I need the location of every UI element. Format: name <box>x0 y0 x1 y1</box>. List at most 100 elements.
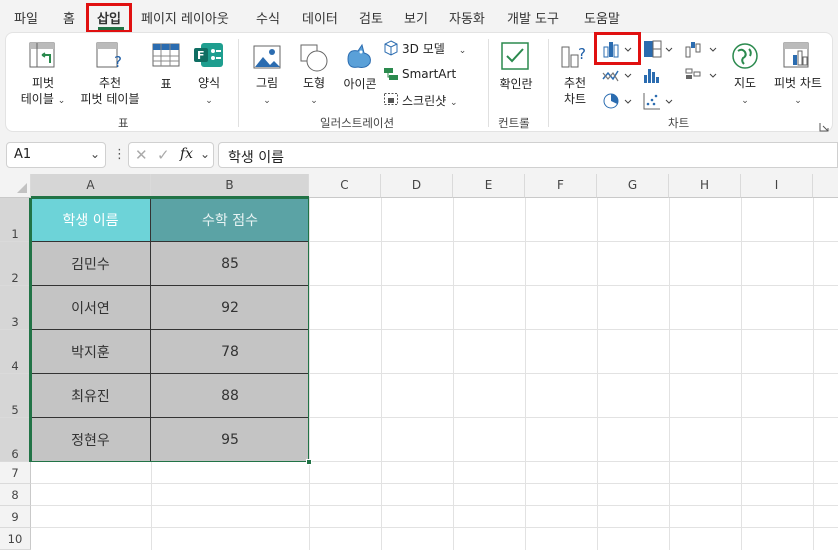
shapes-button[interactable]: 도형 ⌄ <box>296 75 332 109</box>
formula-controls: ✕ ✓ fx ⌄ <box>128 142 214 168</box>
table-cell-score[interactable]: 85 <box>151 242 309 286</box>
insert-function-icon[interactable]: fx <box>180 146 193 162</box>
recommended-charts-button[interactable]: 추천 차트 <box>559 75 591 107</box>
chevron-down-icon: ⌄ <box>57 96 66 106</box>
row-header-5[interactable]: 5 <box>0 374 31 418</box>
fill-handle[interactable] <box>306 459 312 465</box>
maps-label: 지도 <box>733 76 757 90</box>
column-header-f[interactable]: F <box>525 174 597 198</box>
forms-button[interactable]: 양식 ⌄ <box>194 75 224 109</box>
column-header-e[interactable]: E <box>453 174 525 198</box>
chevron-down-icon: ⌄ <box>205 96 213 106</box>
checkbox-button[interactable]: 확인란 <box>494 75 538 92</box>
dialog-launcher-icon[interactable] <box>819 117 829 132</box>
formula-value: 학생 이름 <box>228 150 284 166</box>
tab-help[interactable]: 도움말 <box>584 8 620 27</box>
recommended-pivot-button[interactable]: 추천 피벗 테이블 <box>72 75 148 107</box>
name-box-value: A1 <box>14 147 32 162</box>
waterfall-chart-button[interactable] <box>684 39 722 59</box>
recommended-charts-icon[interactable]: ? <box>559 41 591 71</box>
table-cell-name[interactable]: 정현우 <box>31 418 151 462</box>
row-header-7[interactable]: 7 <box>0 462 31 484</box>
screenshot-label: 스크린샷 <box>402 94 447 108</box>
row-header-9[interactable]: 9 <box>0 506 31 528</box>
table-cell-score[interactable]: 92 <box>151 286 309 330</box>
tab-page-layout[interactable]: 페이지 레이아웃 <box>141 8 229 27</box>
row-header-2[interactable]: 2 <box>0 242 31 286</box>
maps-icon[interactable] <box>730 41 760 71</box>
table-button[interactable]: 표 <box>156 75 176 92</box>
column-header-g[interactable]: G <box>597 174 669 198</box>
svg-text:?: ? <box>114 53 122 71</box>
formula-input[interactable]: 학생 이름 <box>218 142 838 168</box>
tab-home[interactable]: 홈 <box>63 8 75 27</box>
group-illustrations-label: 일러스트레이션 <box>320 116 395 130</box>
gridline <box>151 462 152 550</box>
combo-chart-button[interactable] <box>684 65 722 85</box>
tab-formulas[interactable]: 수식 <box>256 8 280 27</box>
ribbon-separator <box>488 39 489 127</box>
chevron-down-icon[interactable]: ⌄ <box>90 147 100 161</box>
table-cell-name[interactable]: 김민수 <box>31 242 151 286</box>
row-header-10[interactable]: 10 <box>0 528 31 550</box>
select-all-corner[interactable] <box>0 174 31 198</box>
icons-button[interactable]: 아이콘 <box>339 75 381 92</box>
tab-developer[interactable]: 개발 도구 <box>507 8 559 27</box>
table-icon[interactable] <box>151 41 181 71</box>
pivot-chart-icon[interactable] <box>782 41 814 71</box>
table-cell-score[interactable]: 95 <box>151 418 309 462</box>
more-options-icon[interactable]: ⋮ <box>113 147 126 162</box>
shapes-icon[interactable] <box>299 43 329 73</box>
pivot-table-icon[interactable] <box>28 41 58 71</box>
column-header-a[interactable]: A <box>31 174 151 198</box>
3d-models-button[interactable]: 3D 모델 ⌄ <box>402 40 466 57</box>
pictures-icon[interactable] <box>252 43 282 71</box>
ribbon-tab-bar: 파일 홈 삽입 페이지 레이아웃 수식 데이터 검토 보기 자동화 개발 도구 … <box>0 0 838 33</box>
column-chart-highlight-box <box>594 32 641 65</box>
checkbox-icon[interactable] <box>500 41 530 71</box>
icons-icon[interactable] <box>344 41 376 71</box>
forms-label: 양식 <box>197 76 221 90</box>
hierarchy-chart-button[interactable] <box>642 39 676 59</box>
table-cell-name[interactable]: 이서연 <box>31 286 151 330</box>
maps-button[interactable]: 지도 ⌄ <box>732 75 758 109</box>
name-box[interactable]: A1 ⌄ <box>6 142 106 168</box>
tab-view[interactable]: 보기 <box>404 8 428 27</box>
pie-chart-button[interactable] <box>601 91 635 111</box>
column-header-d[interactable]: D <box>381 174 453 198</box>
spreadsheet-grid[interactable]: A B C D E F G H I 1 2 3 4 5 6 7 8 9 10 학… <box>0 174 838 550</box>
scatter-chart-button[interactable] <box>642 91 676 111</box>
header-cell-student-name[interactable]: 학생 이름 <box>31 198 151 242</box>
row-header-8[interactable]: 8 <box>0 484 31 506</box>
svg-text:F: F <box>197 49 205 62</box>
cancel-icon[interactable]: ✕ <box>135 146 148 164</box>
screenshot-button[interactable]: 스크린샷 ⌄ <box>402 92 458 109</box>
row-header-6[interactable]: 6 <box>0 418 31 462</box>
tab-review[interactable]: 검토 <box>359 8 383 27</box>
row-header-3[interactable]: 3 <box>0 286 31 330</box>
column-header-c[interactable]: C <box>309 174 381 198</box>
tab-file[interactable]: 파일 <box>14 8 38 27</box>
row-header-4[interactable]: 4 <box>0 330 31 374</box>
table-cell-score[interactable]: 78 <box>151 330 309 374</box>
table-cell-name[interactable]: 최유진 <box>31 374 151 418</box>
column-header-i[interactable]: I <box>741 174 813 198</box>
statistic-chart-button[interactable] <box>642 65 676 85</box>
forms-icon[interactable]: F <box>193 41 225 71</box>
pivot-chart-button[interactable]: 피벗 차트 ⌄ <box>768 75 828 109</box>
tab-automate[interactable]: 자동화 <box>449 8 485 27</box>
chevron-down-icon[interactable]: ⌄ <box>200 147 210 161</box>
column-header-h[interactable]: H <box>669 174 741 198</box>
tab-data[interactable]: 데이터 <box>302 8 338 27</box>
confirm-icon[interactable]: ✓ <box>157 146 170 164</box>
table-cell-score[interactable]: 88 <box>151 374 309 418</box>
smartart-button[interactable]: SmartArt <box>402 67 456 81</box>
row-header-1[interactable]: 1 <box>0 198 31 242</box>
line-chart-button[interactable] <box>601 65 635 85</box>
pictures-button[interactable]: 그림 ⌄ <box>252 75 282 109</box>
pivot-table-button[interactable]: 피벗 테이블 ⌄ <box>18 75 68 109</box>
column-header-b[interactable]: B <box>151 174 309 198</box>
header-cell-math-score[interactable]: 수학 점수 <box>151 198 309 242</box>
recommended-pivot-icon[interactable]: ? <box>95 41 125 71</box>
table-cell-name[interactable]: 박지훈 <box>31 330 151 374</box>
